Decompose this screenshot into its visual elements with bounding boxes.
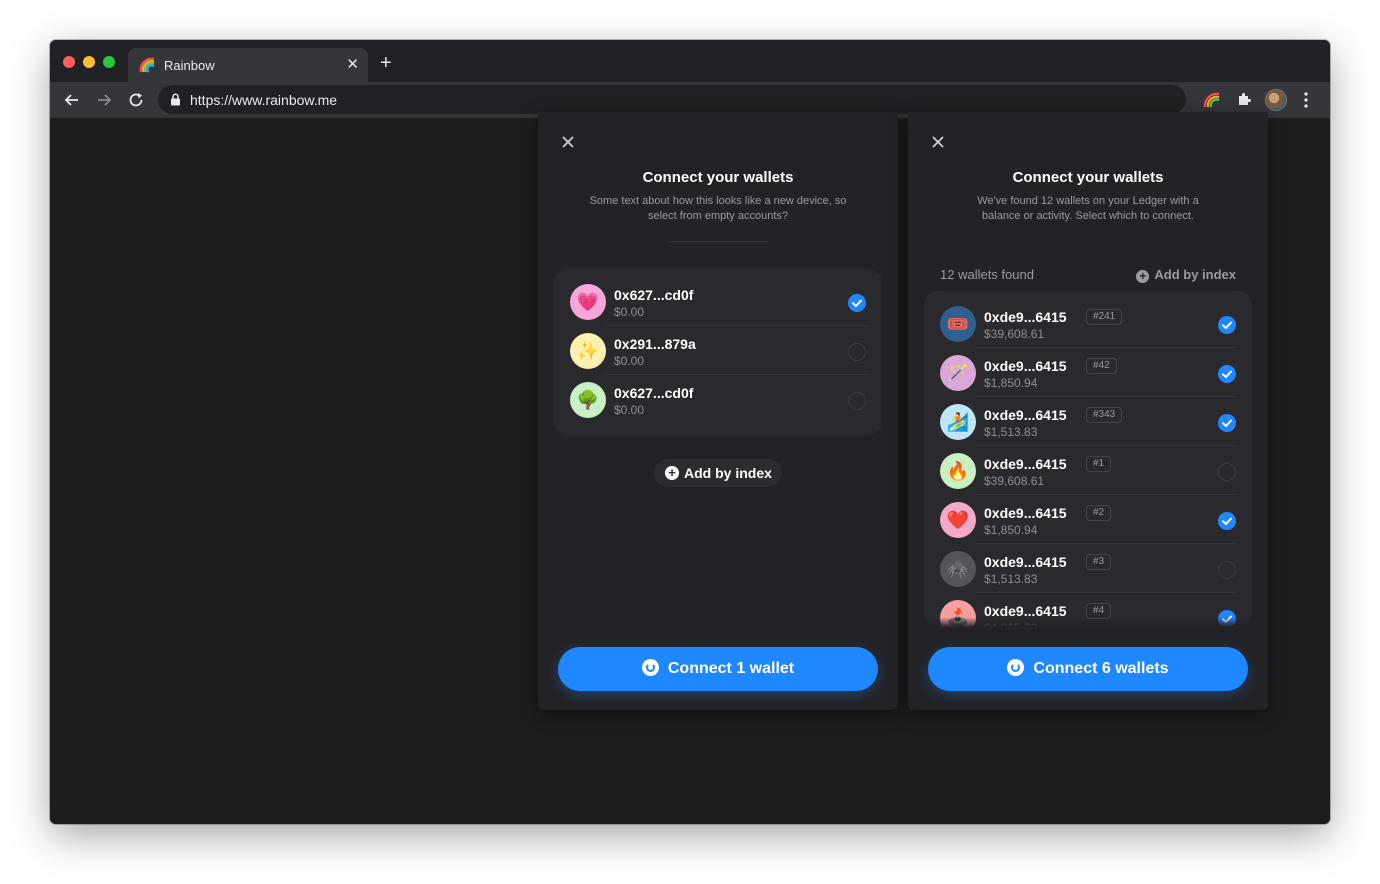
connect-icon — [1007, 659, 1025, 676]
list-fade — [924, 617, 1252, 627]
connect-label: Connect 6 wallets — [1033, 660, 1169, 677]
plus-circle-icon: + — [665, 466, 679, 480]
wallet-avatar: 🕷️ — [940, 551, 976, 587]
maximize-window-button[interactable] — [103, 56, 115, 68]
wallet-checkbox[interactable] — [1218, 414, 1236, 432]
close-window-button[interactable] — [63, 56, 75, 68]
connect-wallet-button[interactable]: Connect 1 wallet — [558, 647, 878, 691]
derivation-index-badge: #42 — [1086, 358, 1117, 374]
puzzle-extensions-icon[interactable] — [1234, 90, 1254, 110]
back-arrow-icon[interactable] — [62, 90, 82, 110]
wallet-list: 💗 0x627...cd0f $0.00 ✨ 0x291...879a $0.0… — [554, 269, 882, 435]
wallet-balance: $1,850.94 — [984, 376, 1038, 390]
wallets-meta-row: 12 wallets found + Add by index — [940, 267, 1236, 285]
connect-wallets-panel-right: Connect your wallets We've found 12 wall… — [908, 112, 1268, 710]
add-by-index-label: Add by index — [1154, 267, 1236, 282]
forward-arrow-icon[interactable] — [94, 90, 114, 110]
add-by-index-link[interactable]: + Add by index — [1136, 267, 1236, 283]
browser-window: Rainbow ✕ + https://www.rainbow.me Conne… — [50, 40, 1330, 824]
wallet-balance: $0.00 — [614, 305, 645, 319]
wallet-row[interactable]: 🕷️ 0xde9...6415 #3 $1,513.83 — [924, 544, 1252, 593]
derivation-index-badge: #241 — [1086, 309, 1123, 325]
minimize-window-button[interactable] — [83, 56, 95, 68]
wallet-address: 0xde9...6415 — [984, 505, 1067, 521]
close-icon[interactable] — [930, 134, 946, 150]
wallet-avatar: 🪄 — [940, 355, 976, 391]
wallet-address: 0xde9...6415 — [984, 456, 1067, 472]
wallet-row[interactable]: 🎟️ 0xde9...6415 #241 $39,608.61 — [924, 299, 1252, 348]
wallet-avatar: 💗 — [570, 284, 606, 320]
add-by-index-label: Add by index — [684, 465, 772, 481]
address-bar[interactable]: https://www.rainbow.me — [158, 85, 1186, 114]
rainbow-favicon-icon — [139, 57, 155, 73]
wallet-checkbox[interactable] — [1218, 463, 1236, 481]
tab-close-icon[interactable]: ✕ — [346, 56, 359, 74]
connect-wallets-button[interactable]: Connect 6 wallets — [928, 647, 1248, 691]
wallet-checkbox[interactable] — [1218, 365, 1236, 383]
wallet-balance: $1,513.83 — [984, 425, 1038, 439]
wallet-address: 0x291...879a — [614, 336, 696, 352]
wallet-address: 0x627...cd0f — [614, 385, 694, 401]
wallet-row[interactable]: 🔥 0xde9...6415 #1 $39,608.61 — [924, 446, 1252, 495]
wallet-checkbox[interactable] — [848, 294, 866, 312]
panel-title: Connect your wallets — [1012, 169, 1164, 186]
wallet-checkbox[interactable] — [1218, 316, 1236, 334]
reload-icon[interactable] — [126, 90, 146, 110]
wallet-checkbox[interactable] — [1218, 561, 1236, 579]
derivation-index-badge: #2 — [1086, 505, 1112, 521]
wallet-balance: $0.00 — [614, 354, 645, 368]
more-menu-icon[interactable] — [1303, 90, 1309, 110]
wallet-balance: $1,850.94 — [984, 523, 1038, 537]
wallet-avatar: ✨ — [570, 333, 606, 369]
title-bar: Rainbow ✕ + — [50, 40, 1330, 82]
wallet-address: 0xde9...6415 — [984, 309, 1067, 325]
close-icon[interactable] — [560, 134, 576, 150]
panel-title: Connect your wallets — [642, 169, 794, 186]
wallets-found-count: 12 wallets found — [940, 267, 1034, 282]
page-content: Connect your wallets Some text about how… — [50, 112, 1330, 824]
add-by-index-button[interactable]: + Add by index — [654, 459, 782, 487]
wallet-balance: $1,513.83 — [984, 572, 1038, 586]
tab-title: Rainbow — [164, 58, 215, 73]
connect-label: Connect 1 wallet — [667, 660, 795, 677]
wallet-avatar: 🔥 — [940, 453, 976, 489]
wallet-avatar: 🏄 — [940, 404, 976, 440]
connect-icon — [641, 659, 659, 676]
wallet-avatar: 🎟️ — [940, 306, 976, 342]
wallet-address: 0xde9...6415 — [984, 407, 1067, 423]
panel-subtitle: We've found 12 wallets on your Ledger wi… — [977, 195, 1199, 222]
rainbow-extension-icon[interactable] — [1202, 90, 1222, 110]
new-tab-button[interactable]: + — [380, 53, 392, 73]
wallet-checkbox[interactable] — [848, 343, 866, 361]
profile-avatar[interactable] — [1265, 89, 1287, 111]
wallet-checkbox[interactable] — [1218, 512, 1236, 530]
derivation-index-badge: #3 — [1086, 554, 1112, 570]
wallet-balance: $0.00 — [614, 403, 645, 417]
panel-subtitle: Some text about how this looks like a ne… — [589, 195, 847, 222]
wallet-avatar: ❤️ — [940, 502, 976, 538]
connect-wallets-panel-left: Connect your wallets Some text about how… — [538, 112, 898, 710]
wallet-address: 0xde9...6415 — [984, 554, 1067, 570]
wallet-balance: $39,608.61 — [984, 474, 1045, 488]
divider — [668, 241, 768, 242]
wallet-row[interactable]: ❤️ 0xde9...6415 #2 $1,850.94 — [924, 495, 1252, 544]
derivation-index-badge: #343 — [1086, 407, 1123, 423]
wallet-address: 0x627...cd0f — [614, 287, 694, 303]
url-text: https://www.rainbow.me — [190, 92, 338, 108]
wallet-row[interactable]: 💗 0x627...cd0f $0.00 — [554, 277, 882, 326]
wallet-checkbox[interactable] — [848, 392, 866, 410]
wallet-balance: $39,608.61 — [984, 327, 1045, 341]
wallet-row[interactable]: ✨ 0x291...879a $0.00 — [554, 326, 882, 375]
wallet-address: 0xde9...6415 — [984, 358, 1067, 374]
plus-circle-icon: + — [1136, 270, 1150, 283]
wallet-list: 🎟️ 0xde9...6415 #241 $39,608.61 🪄 0xde9...641… — [924, 291, 1252, 627]
wallet-avatar: 🌳 — [570, 382, 606, 418]
wallet-row[interactable]: 🏄 0xde9...6415 #343 $1,513.83 — [924, 397, 1252, 446]
wallet-row[interactable]: 🌳 0x627...cd0f $0.00 — [554, 375, 882, 424]
derivation-index-badge: #1 — [1086, 456, 1112, 472]
wallet-row[interactable]: 🪄 0xde9...6415 #42 $1,850.94 — [924, 348, 1252, 397]
browser-tab[interactable]: Rainbow ✕ — [128, 48, 368, 82]
lock-icon — [171, 93, 180, 106]
